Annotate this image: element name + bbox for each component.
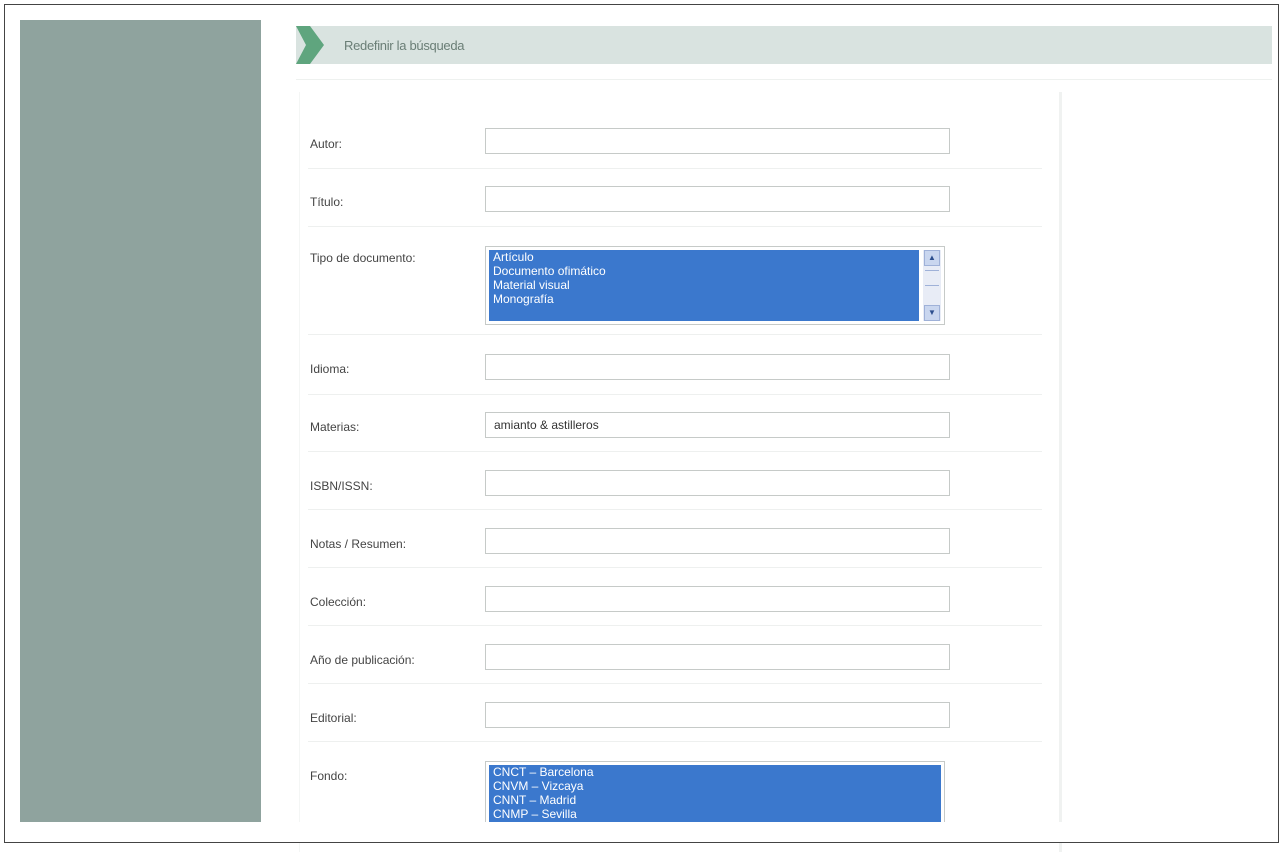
form-row-anio: Año de publicación: [308, 625, 1042, 684]
fondo-option[interactable]: CNMP – Sevilla [493, 807, 937, 821]
form-row-notas: Notas / Resumen: [308, 509, 1042, 568]
coleccion-label: Colección: [310, 595, 367, 609]
tipo-documento-label: Tipo de documento: [310, 251, 416, 265]
form-row-autor: Autor: [308, 112, 1042, 169]
form-row-fondo: Fondo: CNCT – Barcelona CNVM – Vizcaya C… [308, 741, 1042, 831]
form-row-titulo: Título: [308, 168, 1042, 227]
fondo-option[interactable]: CNVM – Vizcaya [493, 779, 937, 793]
isbn-input[interactable] [485, 470, 950, 496]
tipo-documento-select[interactable]: Artículo Documento ofimático Material vi… [485, 246, 945, 325]
tipo-documento-option[interactable]: Artículo [493, 250, 915, 264]
coleccion-input[interactable] [485, 586, 950, 612]
fondo-label: Fondo: [310, 769, 348, 783]
section-title: Redefinir la búsqueda [344, 38, 465, 53]
scroll-thumb[interactable] [925, 270, 939, 286]
tipo-documento-option[interactable]: Documento ofimático [493, 264, 915, 278]
titulo-label: Título: [310, 195, 344, 209]
idioma-label: Idioma: [310, 362, 350, 376]
section-header: Redefinir la búsqueda [296, 26, 1272, 64]
titulo-input[interactable] [485, 186, 950, 212]
form-row-idioma: Idioma: [308, 334, 1042, 395]
scroll-up-icon[interactable]: ▲ [924, 250, 940, 266]
form-row-coleccion: Colección: [308, 567, 1042, 626]
header-arrow-icon [296, 26, 324, 64]
left-sidebar [20, 20, 261, 840]
tipo-documento-option[interactable]: Material visual [493, 278, 915, 292]
anio-input[interactable] [485, 644, 950, 670]
autor-input[interactable] [485, 128, 950, 154]
tipo-documento-option[interactable]: Monografía [493, 292, 915, 306]
bottom-cutoff [5, 822, 1278, 842]
isbn-label: ISBN/ISSN: [310, 479, 373, 493]
materias-input[interactable]: amianto & astilleros [485, 412, 950, 438]
materias-label: Materias: [310, 420, 360, 434]
fondo-option[interactable]: CNCT – Barcelona [493, 765, 937, 779]
frame-bottom-edge [4, 842, 1279, 843]
form-row-tipo-documento: Tipo de documento: Artículo Documento of… [308, 226, 1042, 335]
scroll-down-icon[interactable]: ▼ [924, 305, 940, 321]
idioma-input[interactable] [485, 354, 950, 380]
editorial-input[interactable] [485, 702, 950, 728]
tipo-documento-scrollbar[interactable]: ▲ ▼ [923, 250, 941, 321]
autor-label: Autor: [310, 137, 343, 151]
header-divider [296, 79, 1272, 80]
form-row-isbn: ISBN/ISSN: [308, 451, 1042, 510]
fondo-option[interactable]: CNNT – Madrid [493, 793, 937, 807]
form-row-materias: Materias: amianto & astilleros [308, 394, 1042, 452]
notas-input[interactable] [485, 528, 950, 554]
notas-label: Notas / Resumen: [310, 537, 407, 551]
anio-label: Año de publicación: [310, 653, 415, 667]
fondo-select[interactable]: CNCT – Barcelona CNVM – Vizcaya CNNT – M… [485, 761, 945, 831]
editorial-label: Editorial: [310, 711, 357, 725]
form-row-editorial: Editorial: [308, 683, 1042, 742]
